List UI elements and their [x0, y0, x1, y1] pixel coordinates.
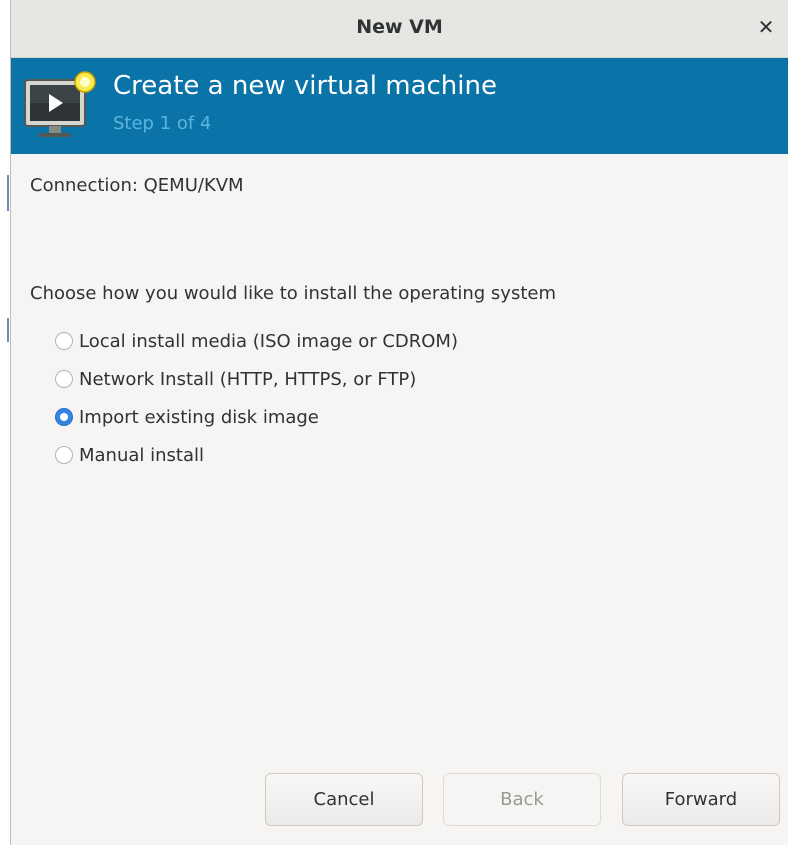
step-indicator: Step 1 of 4 [113, 113, 212, 134]
forward-button[interactable]: Forward [622, 773, 780, 826]
new-vm-dialog: New VM ✕ Create a new virtual machine St… [10, 0, 788, 845]
banner-heading: Create a new virtual machine [113, 71, 497, 101]
background-window-marker [7, 175, 9, 211]
option-label: Network Install (HTTP, HTTPS, or FTP) [79, 368, 417, 390]
option-local-install-media[interactable]: Local install media (ISO image or CDROM) [55, 322, 458, 360]
install-method-prompt: Choose how you would like to install the… [30, 283, 556, 304]
connection-label: Connection: QEMU/KVM [30, 175, 244, 196]
option-network-install[interactable]: Network Install (HTTP, HTTPS, or FTP) [55, 360, 458, 398]
header-banner: Create a new virtual machine Step 1 of 4 [11, 58, 788, 154]
radio-button[interactable] [55, 370, 73, 388]
option-label: Manual install [79, 444, 205, 466]
option-import-disk-image[interactable]: Import existing disk image [55, 398, 458, 436]
background-window-strip [0, 0, 10, 845]
radio-button[interactable] [55, 332, 73, 350]
option-manual-install[interactable]: Manual install [55, 436, 458, 474]
install-method-options: Local install media (ISO image or CDROM)… [55, 322, 458, 474]
option-label: Local install media (ISO image or CDROM) [79, 330, 458, 352]
vm-monitor-icon [24, 71, 96, 137]
radio-button-selected[interactable] [55, 408, 73, 426]
background-window-marker [7, 318, 9, 342]
option-label: Import existing disk image [79, 406, 319, 428]
back-button[interactable]: Back [443, 773, 601, 826]
cancel-button[interactable]: Cancel [265, 773, 423, 826]
title-bar: New VM ✕ [11, 0, 788, 58]
dialog-title: New VM [356, 16, 443, 38]
close-icon[interactable]: ✕ [754, 15, 778, 39]
radio-button[interactable] [55, 446, 73, 464]
